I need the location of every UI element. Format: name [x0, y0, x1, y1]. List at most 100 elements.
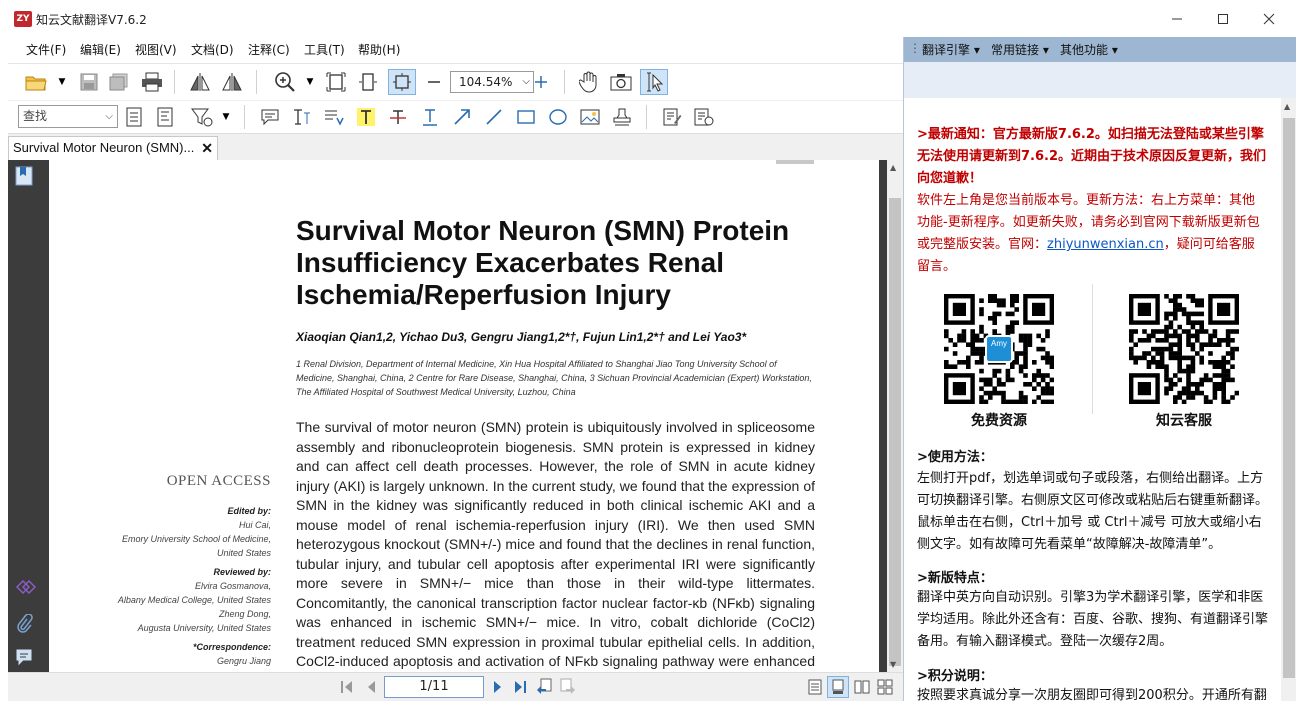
annotation-toolbar: 查找 ⌵ ▼ [8, 100, 903, 132]
scroll-thumb[interactable] [889, 198, 901, 666]
scroll-up-icon[interactable]: ▲ [890, 163, 896, 172]
document-tab[interactable]: Survival Motor Neuron (SMN)... ✕ [8, 136, 218, 161]
comments-panel-button[interactable] [15, 648, 33, 666]
strikeout-button[interactable] [386, 105, 410, 129]
back-view-icon [537, 678, 552, 694]
underline-button[interactable] [418, 105, 442, 129]
scroll-thumb[interactable] [1283, 118, 1295, 678]
page-number-field[interactable]: 1/11 [384, 676, 484, 698]
find-value: 查找 [23, 109, 48, 123]
maximize-button[interactable] [1200, 6, 1246, 32]
next-view-button[interactable] [558, 677, 578, 697]
edit-annotations-button[interactable] [660, 105, 684, 129]
stamp-button[interactable] [610, 105, 634, 129]
continuous-view-button[interactable] [827, 676, 849, 698]
viewer-scrollbar[interactable]: ▲ ▼ [887, 160, 903, 672]
qr-badge-text: Amy [991, 339, 1007, 348]
title-bar: ZY 知云文献翻译V7.6.2 [0, 0, 1296, 37]
manage-annotations-button[interactable] [692, 105, 716, 129]
snapshot-button[interactable] [608, 70, 634, 94]
text-box-button[interactable] [290, 105, 314, 129]
fit-width-button[interactable] [356, 71, 380, 93]
attachments-panel-button[interactable] [15, 613, 33, 633]
scroll-up-icon[interactable]: ▲ [1284, 102, 1290, 111]
filter-button[interactable] [190, 105, 214, 129]
fit-page-button[interactable] [324, 71, 348, 93]
arrow-button[interactable] [450, 105, 474, 129]
features-heading: >新版特点： [917, 571, 993, 586]
fit-page-icon [326, 72, 346, 92]
rectangle-button[interactable] [514, 105, 538, 129]
hand-tool-button[interactable] [576, 70, 602, 94]
close-window-button[interactable] [1246, 6, 1292, 32]
filter-dropdown-icon[interactable]: ▼ [220, 105, 232, 129]
facing-view-button[interactable] [852, 677, 872, 697]
layers-panel-button[interactable] [15, 578, 37, 596]
find-select[interactable]: 查找 ⌵ [18, 105, 118, 128]
find-prev-button[interactable] [123, 105, 145, 129]
save-button[interactable] [78, 71, 100, 93]
text-cursor-icon [294, 109, 310, 125]
menu-common-links[interactable]: 常用链接 ▾ [991, 41, 1049, 58]
previous-view-button[interactable] [534, 677, 554, 697]
fit-visible-button[interactable] [388, 69, 416, 95]
translation-source-area[interactable] [904, 62, 1296, 98]
continuous-page-icon [832, 679, 844, 694]
pdf-page[interactable]: Survival Motor Neuron (SMN) Protein Insu… [49, 160, 879, 672]
ellipse-button[interactable] [546, 105, 570, 129]
single-page-view-button[interactable] [805, 677, 825, 697]
last-page-button[interactable] [511, 678, 529, 696]
scroll-down-icon[interactable]: ▼ [890, 660, 896, 669]
menu-file[interactable]: 文件(F) [26, 41, 66, 58]
menu-view[interactable]: 视图(V) [135, 41, 177, 58]
window-title: 知云文献翻译V7.6.2 [36, 13, 147, 27]
menu-document[interactable]: 文档(D) [191, 41, 234, 58]
translation-scrollbar[interactable]: ▲ [1281, 98, 1296, 701]
zoom-dropdown-icon[interactable]: ▼ [304, 71, 316, 93]
save-as-button[interactable] [108, 71, 130, 93]
menu-other-functions[interactable]: 其他功能 ▾ [1060, 41, 1118, 58]
find-next-button[interactable] [154, 105, 176, 129]
translation-output-area[interactable]: >最新通知：官方最新版7.6.2。如扫描无法登陆或某些引擎无法使用请更新到7.6… [904, 98, 1281, 701]
close-tab-icon[interactable]: ✕ [201, 137, 213, 159]
zoom-in-button[interactable] [530, 71, 552, 93]
insert-text-button[interactable] [322, 105, 346, 129]
zoom-out-button[interactable] [424, 71, 444, 93]
line-button[interactable] [482, 105, 506, 129]
next-page-button[interactable] [488, 678, 506, 696]
speech-bubble-icon [261, 109, 279, 126]
arrow-icon [454, 109, 470, 125]
menu-comment[interactable]: 注释(C) [248, 41, 290, 58]
paper-title: Survival Motor Neuron (SMN) Protein Insu… [296, 215, 790, 310]
official-site-link[interactable]: zhiyunwenxian.cn [1047, 237, 1164, 252]
menu-help[interactable]: 帮助(H) [358, 41, 400, 58]
menu-translation-engine[interactable]: 翻译引擎 ▾ [922, 41, 980, 58]
ellipse-icon [549, 109, 567, 125]
highlight-button[interactable] [354, 105, 378, 129]
reviewed-by-line: Elvira Gosmanova, [194, 581, 271, 591]
pdf-viewer[interactable]: Survival Motor Neuron (SMN) Protein Insu… [40, 160, 887, 672]
zoom-select[interactable]: 104.54% ⌵ [450, 71, 534, 93]
minimize-button[interactable] [1154, 6, 1200, 32]
next-page-icon [494, 681, 501, 693]
first-page-button[interactable] [338, 678, 356, 696]
close-icon [1263, 13, 1275, 25]
qr-caption-customer-service: 知云客服 [1156, 413, 1212, 429]
rotate-left-button[interactable] [188, 71, 212, 93]
reviewed-by-block: Reviewed by: Elvira Gosmanova, Albany Me… [79, 565, 271, 635]
continuous-facing-view-button[interactable] [875, 677, 895, 697]
print-button[interactable] [140, 71, 164, 93]
menu-tools[interactable]: 工具(T) [304, 41, 345, 58]
comment-button[interactable] [258, 105, 282, 129]
zoom-in-tool-button[interactable] [272, 70, 298, 94]
open-file-button[interactable] [24, 71, 48, 93]
minimize-icon [1172, 18, 1182, 20]
prev-page-button[interactable] [363, 678, 381, 696]
bookmark-panel-button[interactable] [15, 166, 33, 186]
image-button[interactable] [578, 105, 602, 129]
rotate-right-button[interactable] [220, 71, 244, 93]
open-dropdown-icon[interactable]: ▼ [56, 71, 68, 93]
menu-edit[interactable]: 编辑(E) [80, 41, 121, 58]
single-page-icon [808, 679, 822, 695]
select-text-tool-button[interactable] [640, 69, 668, 95]
